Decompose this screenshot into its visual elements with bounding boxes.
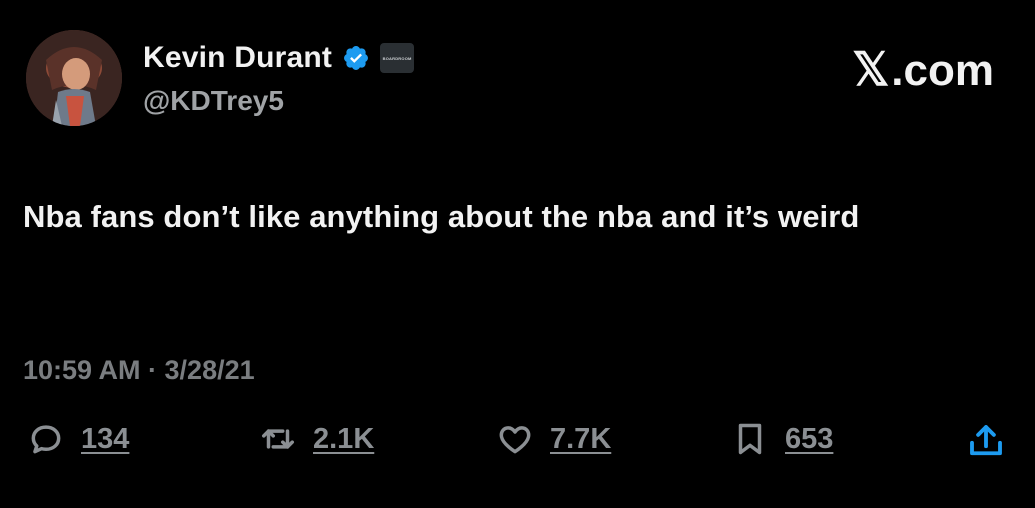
repost-count[interactable]: 2.1K — [313, 423, 374, 456]
author-name-row: Kevin Durant BOARDROOM — [143, 41, 415, 75]
x-logo-icon: 𝕏 — [852, 43, 890, 95]
repost-action[interactable]: 2.1K — [259, 420, 374, 458]
reply-icon[interactable] — [27, 420, 65, 458]
bookmark-action[interactable]: 653 — [731, 420, 833, 458]
bookmark-icon[interactable] — [731, 420, 769, 458]
tweet-timestamp[interactable]: 10:59 AM · 3/28/21 — [23, 355, 255, 386]
avatar-image — [26, 30, 122, 126]
share-icon[interactable] — [965, 420, 1007, 462]
reply-count[interactable]: 134 — [81, 423, 129, 456]
verified-badge-icon — [342, 44, 370, 72]
like-action[interactable]: 7.7K — [496, 420, 611, 458]
brand-logo: 𝕏 .com — [852, 46, 994, 96]
reply-action[interactable]: 134 — [27, 420, 129, 458]
author-handle[interactable]: @KDTrey5 — [143, 85, 284, 117]
repost-icon[interactable] — [259, 420, 297, 458]
author-display-name[interactable]: Kevin Durant — [143, 41, 332, 75]
avatar[interactable] — [26, 30, 122, 126]
bookmark-count[interactable]: 653 — [785, 423, 833, 456]
like-count[interactable]: 7.7K — [550, 423, 611, 456]
tweet-actions: 134 2.1K 7.7K 653 — [0, 420, 1035, 480]
brand-domain: .com — [891, 46, 994, 95]
heart-icon[interactable] — [496, 420, 534, 458]
share-button[interactable] — [965, 420, 1007, 462]
affiliate-badge[interactable]: BOARDROOM — [380, 43, 415, 73]
tweet-text: Nba fans don’t like anything about the n… — [23, 199, 860, 234]
